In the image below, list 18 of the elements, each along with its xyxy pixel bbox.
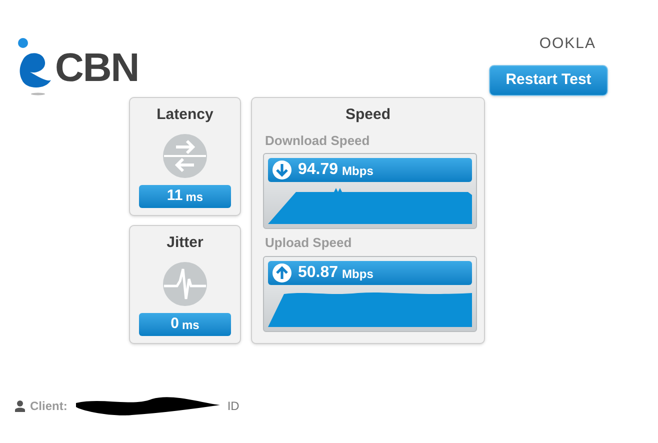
user-icon bbox=[15, 400, 25, 412]
speed-value: 94.79 Mbps bbox=[268, 158, 472, 182]
restart-test-button[interactable]: Restart Test bbox=[489, 65, 608, 96]
pulse-circle-icon bbox=[162, 260, 208, 306]
id-label: ID bbox=[227, 398, 240, 415]
speed-label: Upload Speed bbox=[265, 234, 353, 252]
speed-value: 50.87 Mbps bbox=[268, 260, 472, 284]
logo-icon bbox=[16, 38, 52, 96]
client-label: Client: bbox=[30, 398, 68, 415]
brand-logo-text: OOKLA bbox=[539, 36, 596, 51]
metric-title: Jitter bbox=[166, 233, 204, 253]
metric-title: Latency bbox=[156, 105, 214, 125]
metric-value: 0 ms bbox=[139, 312, 231, 336]
speed-title: Speed bbox=[345, 105, 390, 125]
logo-text: CBN bbox=[55, 48, 139, 88]
metric-value: 11 ms bbox=[139, 184, 231, 208]
arrows-circle-icon bbox=[162, 132, 208, 178]
speed-label: Download Speed bbox=[265, 132, 371, 150]
